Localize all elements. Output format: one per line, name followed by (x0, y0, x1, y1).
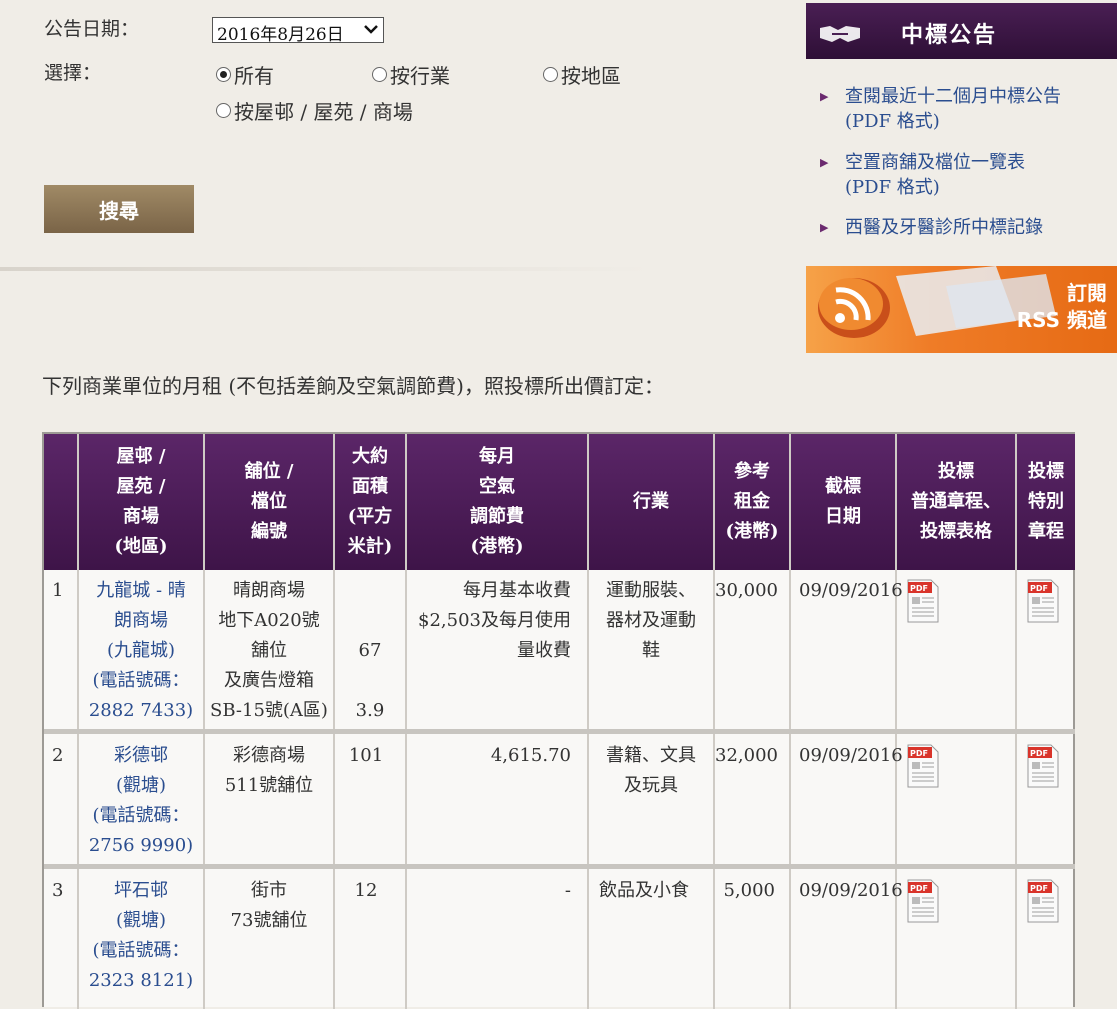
estate-link[interactable]: 彩德邨 (觀塘) (電話號碼： 2756 9990) (79, 741, 203, 861)
select-label: 選擇： (44, 62, 102, 84)
row-number: 2 (52, 745, 64, 766)
table-header-general-terms: 投標 普通章程、 投標表格 (911, 461, 1001, 542)
chevron-down-icon (364, 25, 378, 34)
column-divider (405, 434, 407, 1009)
arrow-right-icon: ▶ (820, 156, 829, 169)
area: 67 3.9 (355, 640, 385, 721)
unit-number: 晴朗商場 地下A020號 舖位 及廣告燈箱 SB-15號(A區) (210, 580, 328, 721)
rss-line2: RSS 頻道 (1016, 308, 1107, 332)
sidebar-title: 中標公告 (901, 23, 998, 48)
sidebar-link-tender-results[interactable]: ▶ 查閱最近十二個月中標公告 (PDF 格式) (820, 84, 1061, 134)
sidebar-link-label: 查閱最近十二個月中標公告 (PDF 格式) (845, 86, 1061, 132)
radio-by-district[interactable]: 按地區 (543, 60, 621, 89)
svg-text:PDF: PDF (910, 749, 928, 758)
column-divider (895, 434, 897, 1009)
column-divider (1015, 434, 1017, 1009)
arrow-right-icon: ▶ (820, 90, 829, 103)
closing-date: 09/09/2016 (799, 880, 903, 901)
ac-fee: 每月基本收費 $2,503及每月使用 量收費 (418, 580, 571, 661)
reference-rent: 30,000 (715, 580, 778, 601)
svg-text:PDF: PDF (1030, 584, 1048, 593)
rss-icon (818, 278, 890, 338)
radio-by-estate[interactable]: 按屋邨 / 屋苑 / 商場 (216, 96, 413, 125)
area: 101 (348, 745, 384, 766)
table-header-area: 大約 面積 (平方 米計) (347, 446, 393, 557)
table-header-special-terms: 投標 特別 章程 (1028, 461, 1064, 542)
date-select[interactable]: 2016年8月26日 (212, 17, 384, 45)
sidebar: 中標公告 ▶ 查閱最近十二個月中標公告 (PDF 格式) ▶ 空置商舖及檔位一覽… (806, 0, 1117, 355)
general-terms-pdf-icon[interactable]: PDF (907, 579, 939, 623)
radio-button[interactable] (543, 67, 558, 82)
table-header-ac-fee: 每月 空氣 調節費 (港幣) (470, 446, 524, 557)
general-terms-pdf-icon[interactable]: PDF (907, 744, 939, 788)
unit-number: 彩德商場 511號舖位 (224, 745, 314, 796)
date-label: 公告日期： (44, 18, 140, 40)
svg-text:PDF: PDF (1030, 884, 1048, 893)
radio-label: 所有 (234, 64, 274, 88)
table-header-no (44, 434, 77, 570)
sidebar-link-label: 空置商舖及檔位一覽表 (PDF 格式) (845, 152, 1025, 198)
sidebar-link-vacant-shops[interactable]: ▶ 空置商舖及檔位一覽表 (PDF 格式) (820, 150, 1025, 200)
trade: 運動服裝、 器材及運動 鞋 (606, 580, 696, 661)
closing-date: 09/09/2016 (799, 580, 903, 601)
sidebar-link-label: 西醫及牙醫診所中標記錄 (845, 217, 1043, 238)
special-terms-pdf-icon[interactable]: PDF (1027, 579, 1059, 623)
radio-label: 按屋邨 / 屋苑 / 商場 (234, 100, 413, 124)
svg-text:PDF: PDF (910, 884, 928, 893)
table-header-row: 屋邨 / 屋苑 / 商場 (地區) 舖位 / 檔位 編號 大約 面積 (平方 米… (44, 434, 1075, 570)
divider (0, 267, 650, 271)
estate-link[interactable]: 九龍城 - 晴 朗商場 (九龍城) (電話號碼： 2882 7433) (79, 576, 203, 726)
trade: 書籍、文具 及玩具 (606, 745, 696, 796)
column-divider (789, 434, 791, 1009)
radio-label: 按地區 (561, 64, 621, 88)
row-divider (44, 864, 1075, 869)
reference-rent: 32,000 (715, 745, 778, 766)
radio-label: 按行業 (390, 64, 450, 88)
ac-fee: 4,615.70 (490, 745, 571, 766)
column-divider (587, 434, 589, 1009)
arrow-right-icon: ▶ (820, 221, 829, 234)
radio-button[interactable] (216, 67, 231, 82)
row-number: 1 (52, 580, 64, 601)
table-header-closing-date: 截標 日期 (825, 476, 861, 527)
special-terms-pdf-icon[interactable]: PDF (1027, 744, 1059, 788)
row-divider (44, 729, 1075, 734)
rss-line1: 訂閱 (1067, 281, 1107, 305)
radio-by-trade[interactable]: 按行業 (372, 60, 450, 89)
column-divider (713, 434, 715, 1009)
table-header-unit: 舖位 / 檔位 編號 (244, 461, 294, 542)
special-terms-pdf-icon[interactable]: PDF (1027, 879, 1059, 923)
date-value: 2016年8月26日 (217, 25, 344, 45)
area: 12 (354, 880, 378, 901)
tender-table: 屋邨 / 屋苑 / 商場 (地區) 舖位 / 檔位 編號 大約 面積 (平方 米… (42, 432, 1075, 1009)
table-header-estate: 屋邨 / 屋苑 / 商場 (地區) (114, 446, 168, 557)
radio-all[interactable]: 所有 (216, 60, 274, 89)
ac-fee: - (564, 880, 571, 901)
rss-text: 訂閱 RSS 頻道 (1017, 280, 1107, 334)
table-header-rent: 參考 租金 (港幣) (725, 461, 779, 542)
estate-link[interactable]: 坪石邨 (觀塘) (電話號碼： 2323 8121) (79, 876, 203, 996)
unit-number: 街市 73號舖位 (230, 880, 308, 931)
closing-date: 09/09/2016 (799, 745, 903, 766)
row-number: 3 (52, 880, 64, 901)
sidebar-link-clinic-records[interactable]: ▶ 西醫及牙醫診所中標記錄 (820, 215, 1043, 240)
svg-text:PDF: PDF (1030, 749, 1048, 758)
handshake-icon (820, 26, 860, 42)
sidebar-header: 中標公告 (806, 3, 1117, 59)
rss-subscribe-banner[interactable]: 訂閱 RSS 頻道 (806, 266, 1117, 353)
trade: 飲品及小食 (599, 880, 689, 901)
radio-button[interactable] (216, 103, 231, 118)
svg-text:PDF: PDF (910, 584, 928, 593)
reference-rent: 5,000 (723, 880, 775, 901)
radio-button[interactable] (372, 67, 387, 82)
intro-text: 下列商業單位的月租 (不包括差餉及空氣調節費)，照投標所出價訂定： (42, 374, 664, 398)
general-terms-pdf-icon[interactable]: PDF (907, 879, 939, 923)
search-button[interactable]: 搜尋 (44, 185, 194, 233)
table-header-trade: 行業 (633, 491, 669, 512)
